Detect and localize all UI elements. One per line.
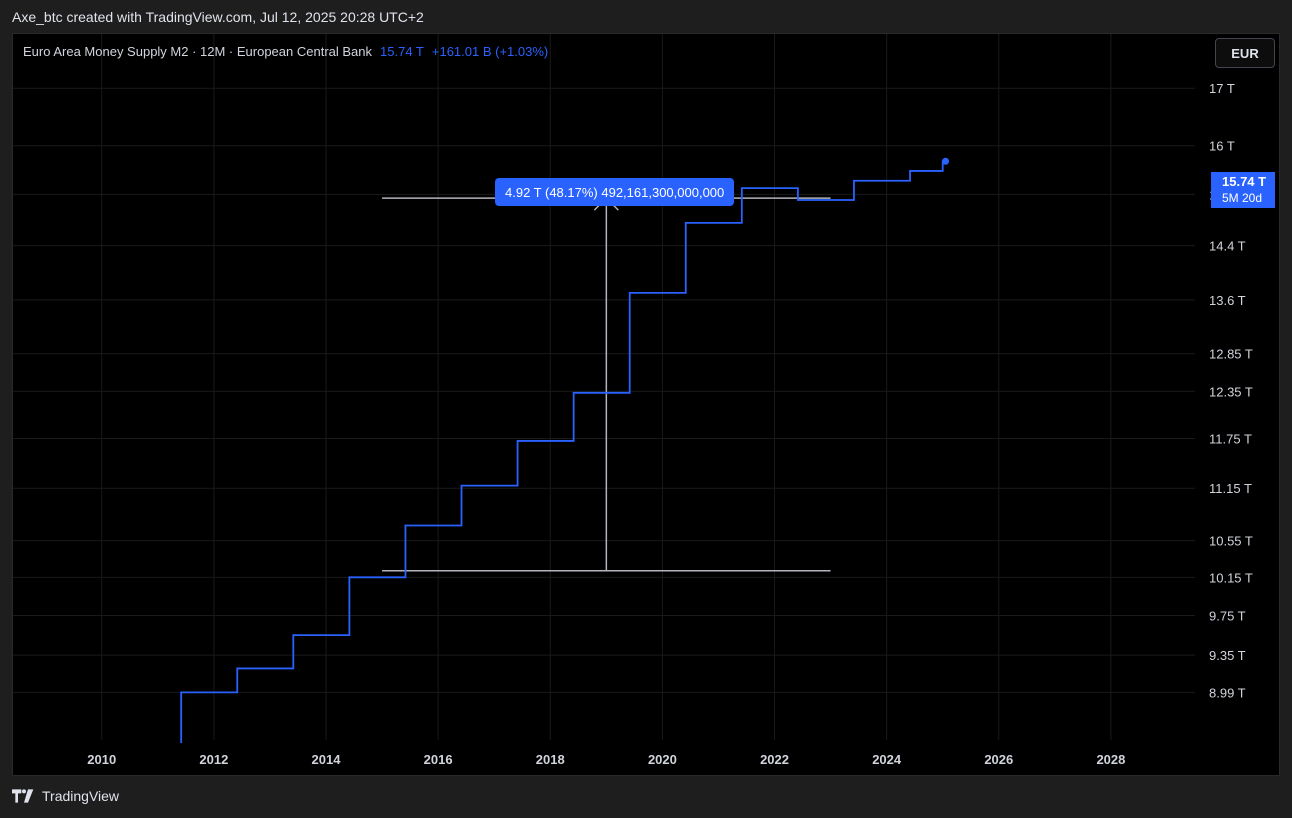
chart-attribution: Axe_btc created with TradingView.com, Ju… — [12, 9, 424, 25]
x-tick-label: 2018 — [536, 752, 565, 767]
y-tick-label: 10.15 T — [1209, 570, 1253, 585]
currency-button[interactable]: EUR — [1215, 38, 1275, 68]
x-tick-label: 2014 — [312, 752, 342, 767]
chart-svg[interactable]: 17 T16 T15.2 T14.4 T13.6 T12.85 T12.35 T… — [13, 34, 1281, 777]
y-tick-label: 10.55 T — [1209, 534, 1253, 549]
bar-countdown: 5M 20d — [1222, 191, 1263, 205]
y-tick-label: 17 T — [1209, 81, 1235, 96]
x-tick-label: 2022 — [760, 752, 789, 767]
y-tick-label: 11.75 T — [1209, 431, 1252, 446]
legend-change: +161.01 B (+1.03%) — [431, 44, 549, 59]
y-tick-label: 12.85 T — [1209, 347, 1253, 362]
y-tick-label: 13.6 T — [1209, 293, 1246, 308]
tradingview-logo-icon — [12, 789, 34, 803]
footer: TradingView — [12, 788, 119, 804]
legend-title: Euro Area Money Supply M2 · 12M · Europe… — [23, 44, 373, 59]
last-value-text: 15.74 T — [1222, 174, 1267, 189]
x-tick-label: 2026 — [984, 752, 1013, 767]
y-tick-label: 9.75 T — [1209, 608, 1246, 623]
series-line — [180, 160, 946, 743]
x-tick-label: 2010 — [87, 752, 116, 767]
y-tick-label: 9.35 T — [1209, 648, 1246, 663]
last-value-tag: 15.74 T 5M 20d — [1211, 172, 1275, 208]
series-legend[interactable]: Euro Area Money Supply M2 · 12M · Europe… — [23, 44, 548, 59]
x-tick-label: 2020 — [648, 752, 677, 767]
y-tick-label: 11.15 T — [1209, 481, 1252, 496]
footer-brand: TradingView — [42, 788, 120, 804]
y-tick-label: 12.35 T — [1209, 384, 1253, 399]
measure-label: 4.92 T (48.17%) 492,161,300,000,000 — [495, 178, 735, 206]
y-tick-label: 8.99 T — [1209, 685, 1246, 700]
x-tick-label: 2016 — [424, 752, 453, 767]
chart-pane[interactable]: 17 T16 T15.2 T14.4 T13.6 T12.85 T12.35 T… — [12, 33, 1280, 776]
y-tick-label: 14.4 T — [1209, 239, 1246, 254]
x-tick-label: 2012 — [199, 752, 228, 767]
legend-value: 15.74 T — [380, 44, 424, 59]
y-tick-label: 16 T — [1209, 139, 1235, 154]
x-tick-label: 2028 — [1096, 752, 1125, 767]
x-tick-label: 2024 — [872, 752, 902, 767]
last-point-marker — [942, 157, 950, 165]
